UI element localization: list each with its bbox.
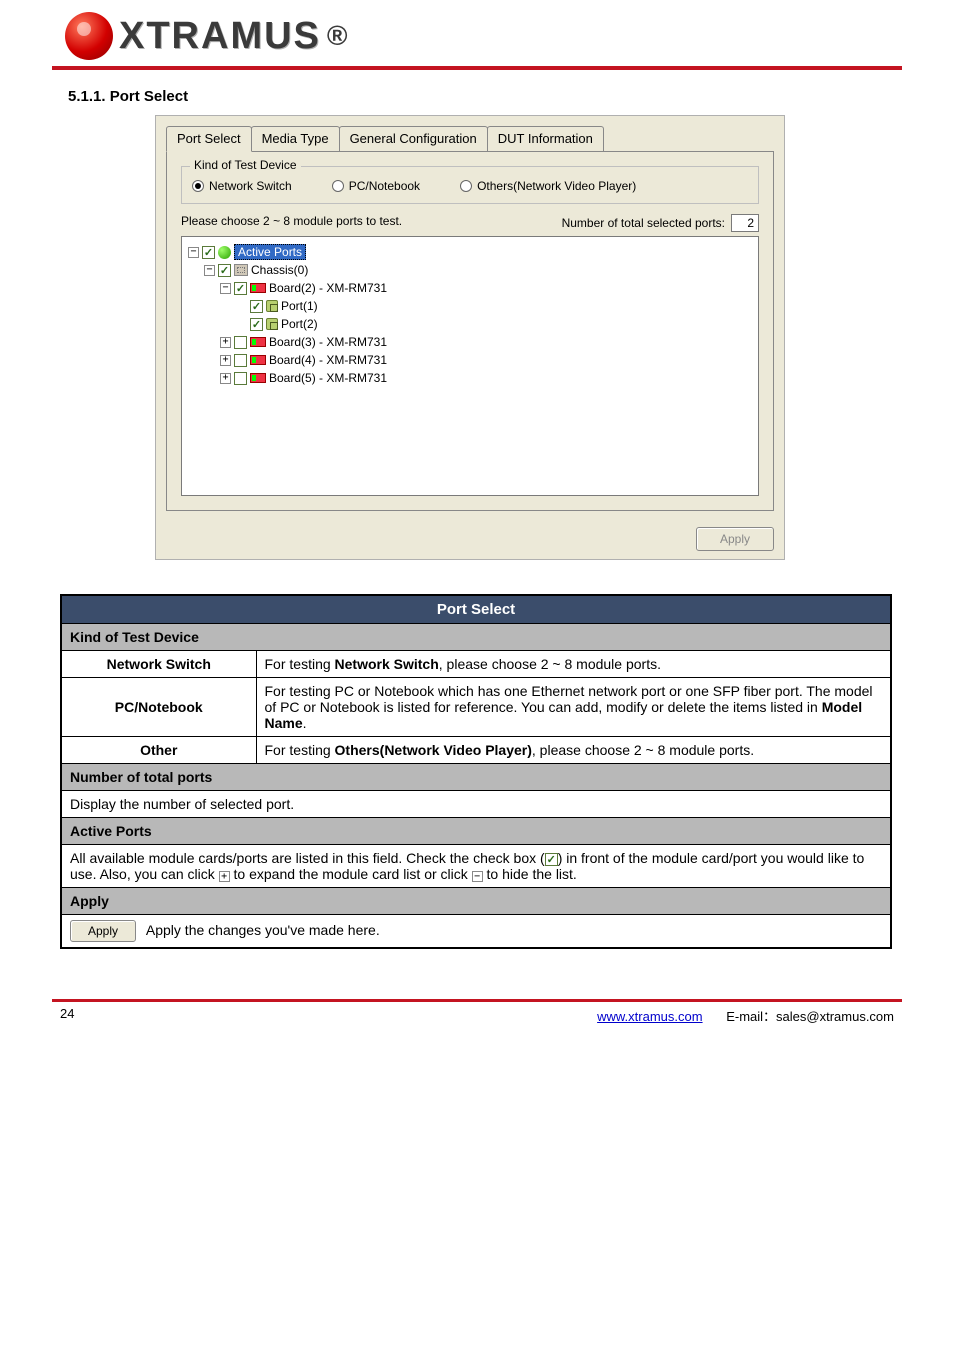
tab-media-type[interactable]: Media Type xyxy=(251,126,340,151)
table-header-active: Active Ports xyxy=(61,818,891,845)
table-header-apply: Apply xyxy=(61,888,891,915)
tab-general-config[interactable]: General Configuration xyxy=(339,126,488,151)
choose-text: Please choose 2 ~ 8 module ports to test… xyxy=(181,214,402,232)
tab-port-select[interactable]: Port Select xyxy=(166,126,252,152)
row-left: Network Switch xyxy=(61,651,256,678)
groupbox-kind: Kind of Test Device Network Switch PC/No… xyxy=(181,166,759,204)
row-right: All available module cards/ports are lis… xyxy=(61,845,891,888)
radio-network-switch[interactable]: Network Switch xyxy=(192,179,292,193)
checkbox[interactable] xyxy=(234,336,247,349)
tree-active-ports[interactable]: − Active Ports − Chassis(0) − xyxy=(181,236,759,496)
globe-icon xyxy=(218,246,231,259)
checkbox[interactable] xyxy=(234,282,247,295)
board-icon xyxy=(250,283,266,293)
header-rule xyxy=(52,66,902,70)
brand-name: XTRAMUS xyxy=(119,15,321,58)
row-right: Apply Apply the changes you've made here… xyxy=(61,915,891,949)
tab-dut-info[interactable]: DUT Information xyxy=(487,126,604,151)
description-table: Port Select Kind of Test Device Network … xyxy=(60,594,892,949)
row-right: For testing Network Switch, please choos… xyxy=(256,651,891,678)
radio-label: PC/Notebook xyxy=(349,179,420,193)
plus-icon: + xyxy=(219,871,230,882)
checkbox[interactable] xyxy=(202,246,215,259)
apply-button[interactable]: Apply xyxy=(696,527,774,551)
radio-icon xyxy=(192,180,204,192)
table-row: PC/Notebook For testing PC or Notebook w… xyxy=(61,678,891,737)
chassis-icon xyxy=(234,264,248,276)
table-row: Network Switch For testing Network Switc… xyxy=(61,651,891,678)
total-value: 2 xyxy=(731,214,759,232)
footer: 24 www.xtramus.com E-mail：sales@xtramus.… xyxy=(0,1002,954,1045)
page-number: 24 xyxy=(60,1006,74,1025)
table-header-total: Number of total ports xyxy=(61,764,891,791)
port-icon xyxy=(266,318,278,330)
apply-button-icon: Apply xyxy=(70,920,136,942)
tree-board-label[interactable]: Board(4) - XM-RM731 xyxy=(269,353,387,367)
tree-board-label[interactable]: Board(5) - XM-RM731 xyxy=(269,371,387,385)
row-left: PC/Notebook xyxy=(61,678,256,737)
table-row: Display the number of selected port. xyxy=(61,791,891,818)
board-icon xyxy=(250,355,266,365)
logo-sphere-icon xyxy=(65,12,113,60)
row-right: Display the number of selected port. xyxy=(61,791,891,818)
port-icon xyxy=(266,300,278,312)
tab-content: Kind of Test Device Network Switch PC/No… xyxy=(166,151,774,511)
footer-email: E-mail：sales@xtramus.com xyxy=(726,1009,894,1024)
tree-board-label[interactable]: Board(3) - XM-RM731 xyxy=(269,335,387,349)
tree-port-label[interactable]: Port(2) xyxy=(281,317,318,331)
board-icon xyxy=(250,337,266,347)
checkbox[interactable] xyxy=(234,354,247,367)
row-right: For testing Others(Network Video Player)… xyxy=(256,737,891,764)
radio-pc-notebook[interactable]: PC/Notebook xyxy=(332,179,420,193)
table-row: Apply Apply the changes you've made here… xyxy=(61,915,891,949)
table-row: All available module cards/ports are lis… xyxy=(61,845,891,888)
radio-label: Others(Network Video Player) xyxy=(477,179,636,193)
section-heading: 5.1.1. Port Select xyxy=(68,88,954,105)
minus-icon[interactable]: − xyxy=(220,283,231,294)
radio-icon xyxy=(332,180,344,192)
board-icon xyxy=(250,373,266,383)
config-panel: Port Select Media Type General Configura… xyxy=(155,115,785,560)
tree-root-label[interactable]: Active Ports xyxy=(234,244,306,260)
total-label: Number of total selected ports: xyxy=(562,216,725,230)
plus-icon[interactable]: + xyxy=(220,337,231,348)
checkbox[interactable] xyxy=(234,372,247,385)
checkbox[interactable] xyxy=(250,318,263,331)
row-right: For testing PC or Notebook which has one… xyxy=(256,678,891,737)
footer-url[interactable]: www.xtramus.com xyxy=(597,1009,702,1024)
minus-icon: − xyxy=(472,871,483,882)
checkbox[interactable] xyxy=(218,264,231,277)
groupbox-title: Kind of Test Device xyxy=(190,158,301,172)
table-header-kind: Kind of Test Device xyxy=(61,624,891,651)
tree-chassis-label[interactable]: Chassis(0) xyxy=(251,263,308,277)
table-row: Other For testing Others(Network Video P… xyxy=(61,737,891,764)
table-title: Port Select xyxy=(61,595,891,624)
minus-icon[interactable]: − xyxy=(204,265,215,276)
radio-others[interactable]: Others(Network Video Player) xyxy=(460,179,636,193)
checkbox-icon xyxy=(545,853,558,866)
radio-icon xyxy=(460,180,472,192)
tab-row: Port Select Media Type General Configura… xyxy=(156,116,784,151)
row-left: Other xyxy=(61,737,256,764)
page-header: XTRAMUS ® xyxy=(0,0,954,60)
radio-label: Network Switch xyxy=(209,179,292,193)
minus-icon[interactable]: − xyxy=(188,247,199,258)
plus-icon[interactable]: + xyxy=(220,373,231,384)
tree-board-label[interactable]: Board(2) - XM-RM731 xyxy=(269,281,387,295)
checkbox[interactable] xyxy=(250,300,263,313)
tree-port-label[interactable]: Port(1) xyxy=(281,299,318,313)
plus-icon[interactable]: + xyxy=(220,355,231,366)
